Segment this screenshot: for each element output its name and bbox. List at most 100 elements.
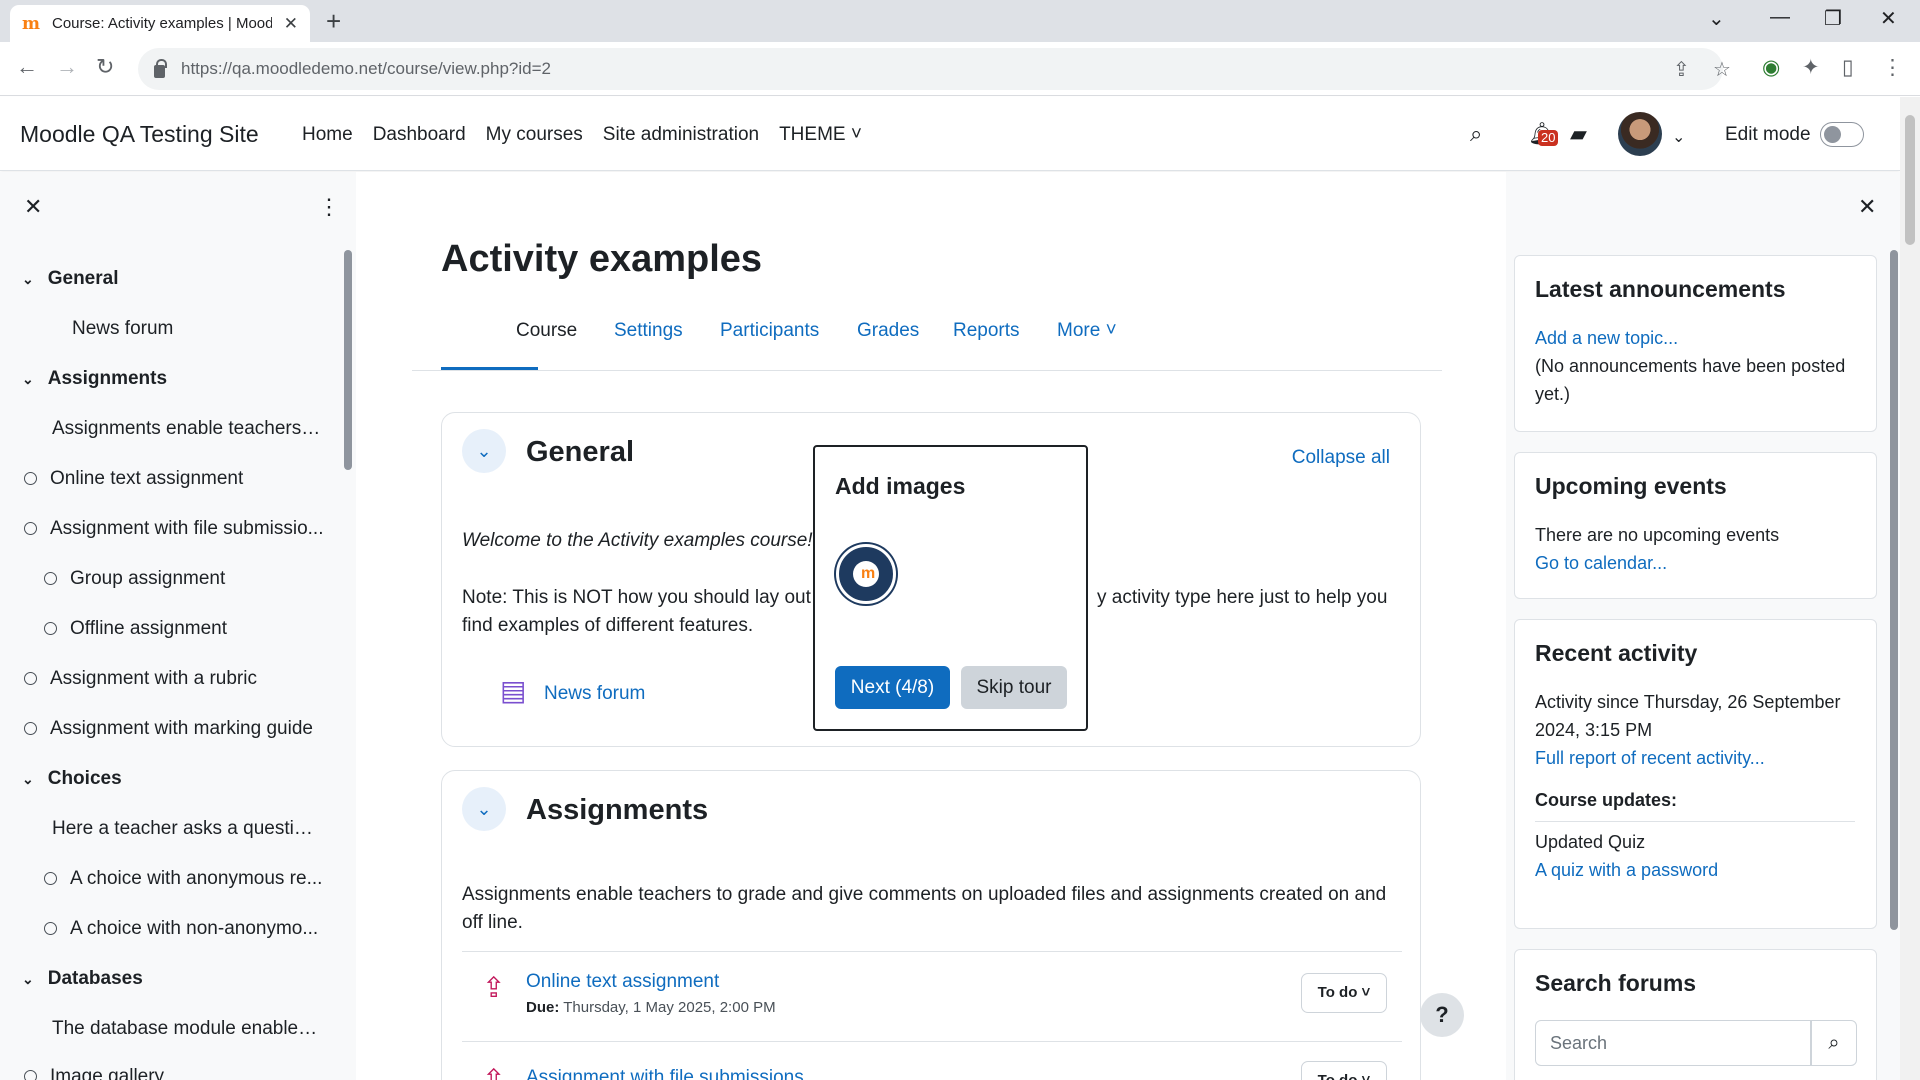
chevron-down-icon[interactable]: ⌄ <box>22 271 34 288</box>
page-scrollbar[interactable] <box>1900 97 1920 1080</box>
extensions-puzzle-icon[interactable]: ✦ <box>1802 55 1820 80</box>
course-index-item[interactable]: A choice with non-anonymo... <box>44 918 324 940</box>
add-topic-link[interactable]: Add a new topic... <box>1535 324 1855 352</box>
course-index-item[interactable]: Here a teacher asks a question... <box>52 818 322 840</box>
moodle-navbar: Moodle QA Testing Site Home Dashboard My… <box>0 97 1900 171</box>
close-course-index-icon[interactable]: ✕ <box>24 194 42 220</box>
tab-settings[interactable]: Settings <box>614 320 683 342</box>
user-avatar[interactable] <box>1618 112 1662 156</box>
search-forums-input[interactable]: Search <box>1535 1020 1811 1066</box>
chevron-down-icon[interactable]: ⌄ <box>22 771 34 788</box>
completion-circle-icon <box>24 722 37 735</box>
course-index-item[interactable]: Assignment with marking guide <box>24 718 356 740</box>
moodle-favicon-icon: m <box>22 13 40 34</box>
share-icon[interactable]: ⇪ <box>1673 57 1690 82</box>
course-index-item[interactable]: Online text assignment <box>24 468 356 490</box>
tab-participants[interactable]: Participants <box>720 320 819 342</box>
collapse-all-link[interactable]: Collapse all <box>1292 447 1390 469</box>
completion-todo-dropdown[interactable]: To do ˅ <box>1301 1061 1387 1080</box>
back-icon[interactable]: ← <box>16 54 38 80</box>
section-collapse-chevron-icon[interactable]: ⌄ <box>462 429 506 473</box>
course-updates-heading: Course updates: <box>1535 790 1678 810</box>
course-index-section-general[interactable]: ⌄ General <box>22 268 356 290</box>
course-index-item[interactable]: Group assignment <box>44 568 356 590</box>
course-index-item[interactable]: Offline assignment <box>44 618 356 640</box>
course-index-item[interactable]: A choice with anonymous re... <box>44 868 324 890</box>
chevron-down-icon[interactable]: ⌄ <box>22 371 34 388</box>
nav-home[interactable]: Home <box>302 124 353 146</box>
chevron-down-icon[interactable]: ⌄ <box>22 971 34 988</box>
full-report-link[interactable]: Full report of recent activity... <box>1535 744 1855 772</box>
completion-circle-icon <box>24 672 37 685</box>
course-index-item[interactable]: Assignments enable teachers t... <box>52 418 322 440</box>
completion-circle-icon <box>44 572 57 585</box>
nav-dashboard[interactable]: Dashboard <box>373 124 466 146</box>
course-index-item[interactable]: The database module enables ... <box>52 1018 322 1040</box>
divider <box>1535 821 1855 822</box>
window-close-icon[interactable]: ✕ <box>1880 6 1897 31</box>
tab-reports[interactable]: Reports <box>953 320 1020 342</box>
address-bar[interactable]: https://qa.moodledemo.net/course/view.ph… <box>138 48 1731 90</box>
extension-shield-icon[interactable]: ◉ <box>1762 55 1780 80</box>
side-panel-icon[interactable]: ▯ <box>1842 55 1854 80</box>
welcome-text: Welcome to the Activity examples course! <box>462 530 813 551</box>
course-index-section-databases[interactable]: ⌄ Databases <box>22 968 356 990</box>
course-index-item[interactable]: Assignment with file submissio... <box>24 518 324 540</box>
forum-icon: ▤ <box>500 675 527 706</box>
section-title: Assignments <box>526 794 709 826</box>
bookmark-star-icon[interactable]: ☆ <box>1713 57 1731 82</box>
close-tab-icon[interactable]: ✕ <box>284 14 298 34</box>
block-drawer-scrollbar[interactable] <box>1890 250 1898 930</box>
go-to-calendar-link[interactable]: Go to calendar... <box>1535 549 1855 577</box>
active-tab-indicator <box>441 367 538 370</box>
tab-course[interactable]: Course <box>516 320 577 342</box>
section-collapse-chevron-icon[interactable]: ⌄ <box>462 787 506 831</box>
tab-search-icon[interactable]: ⌄ <box>1708 6 1725 31</box>
search-icon[interactable]: ⌕ <box>1811 1020 1857 1066</box>
site-name[interactable]: Moodle QA Testing Site <box>20 121 259 148</box>
tab-grades[interactable]: Grades <box>857 320 919 342</box>
edit-mode-toggle[interactable] <box>1820 122 1864 147</box>
help-button[interactable]: ? <box>1420 993 1464 1037</box>
assignment-upload-icon: ⇪ <box>482 972 506 1003</box>
browser-toolbar: ← → ↻ https://qa.moodledemo.net/course/v… <box>0 42 1920 96</box>
restore-icon[interactable]: ❐ <box>1824 6 1842 31</box>
completion-circle-icon <box>44 922 57 935</box>
course-index-item[interactable]: News forum <box>72 318 356 340</box>
activity-link-news-forum[interactable]: News forum <box>544 683 645 705</box>
course-index-section-choices[interactable]: ⌄ Choices <box>22 768 356 790</box>
completion-circle-icon <box>24 472 37 485</box>
browser-menu-icon[interactable]: ⋮ <box>1882 55 1903 80</box>
search-icon[interactable]: ⌕ <box>1470 121 1482 147</box>
user-menu-chevron-down-icon[interactable]: ⌄ <box>1672 127 1685 147</box>
course-index-options-icon[interactable]: ⋮ <box>318 194 340 220</box>
forward-icon[interactable]: → <box>56 54 78 80</box>
nav-site-administration[interactable]: Site administration <box>603 124 759 146</box>
section-title: General <box>526 436 634 468</box>
course-index-item[interactable]: Assignment with a rubric <box>24 668 356 690</box>
minimize-icon[interactable]: — <box>1770 6 1790 29</box>
new-tab-icon[interactable]: + <box>326 8 341 34</box>
activity-link-online-text-assignment[interactable]: Online text assignment <box>526 971 719 993</box>
block-title: Latest announcements <box>1535 276 1786 302</box>
activity-link-file-submission[interactable]: Assignment with file submissions <box>526 1067 804 1080</box>
primary-navigation: Home Dashboard My courses Site administr… <box>302 124 882 146</box>
no-events-text: There are no upcoming events <box>1535 525 1780 545</box>
nav-my-courses[interactable]: My courses <box>486 124 583 146</box>
course-index-drawer: ✕ ⋮ ⌄ General News forum ⌄ Assignments Ass… <box>0 172 356 1080</box>
completion-todo-dropdown[interactable]: To do ˅ <box>1301 973 1387 1013</box>
nav-theme[interactable]: THEME ˅ <box>779 124 862 146</box>
browser-tab[interactable]: m Course: Activity examples | Moodle ✕ <box>10 5 310 42</box>
course-index-section-assignments[interactable]: ⌄ Assignments <box>22 368 356 390</box>
course-index-item[interactable]: Image gallery <box>24 1066 356 1080</box>
close-block-drawer-icon[interactable]: ✕ <box>1858 194 1876 220</box>
messages-icon[interactable]: ▰ <box>1570 121 1587 147</box>
reload-icon[interactable]: ↻ <box>96 54 114 80</box>
quiz-link[interactable]: A quiz with a password <box>1535 856 1855 884</box>
tour-next-button[interactable]: Next (4/8) <box>835 666 950 709</box>
tab-more[interactable]: More ˅ <box>1057 320 1117 342</box>
activity-since-text: Activity since Thursday, 26 September 20… <box>1535 692 1841 740</box>
divider <box>462 1041 1402 1042</box>
completion-circle-icon <box>44 872 57 885</box>
tour-skip-button[interactable]: Skip tour <box>961 666 1067 709</box>
